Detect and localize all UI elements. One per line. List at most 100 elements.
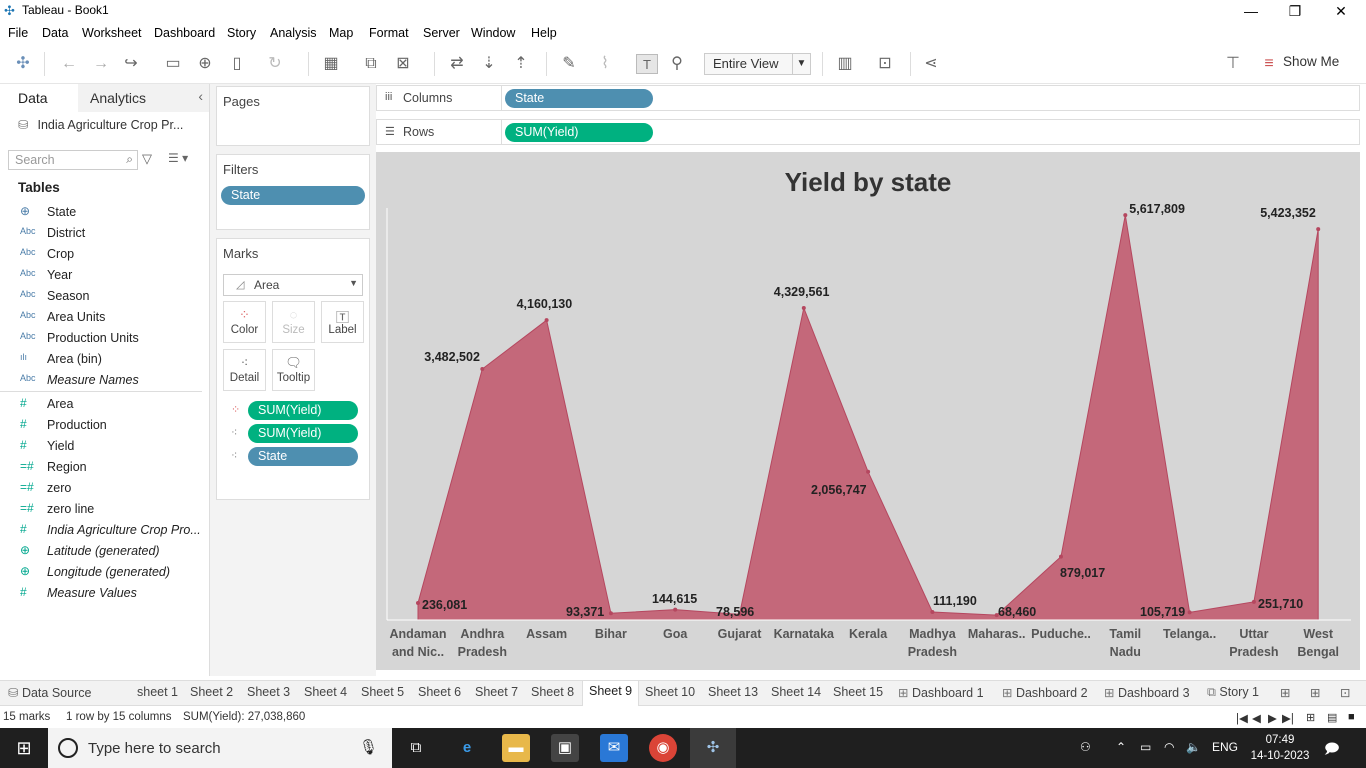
tab-sheet-13[interactable]: Sheet 13 bbox=[708, 685, 758, 699]
columns-shelf[interactable]: iii Columns State bbox=[376, 85, 1360, 111]
label-button[interactable]: 🅃 Label bbox=[321, 301, 364, 343]
tray-chevron-icon[interactable]: ⌃ bbox=[1116, 740, 1126, 754]
rows-pill-yield[interactable]: SUM(Yield) bbox=[505, 123, 653, 142]
field-zero-line[interactable]: =# zero line bbox=[0, 499, 208, 520]
people-icon[interactable]: ⚇ bbox=[1080, 740, 1091, 754]
group-members-icon[interactable]: ⌇ bbox=[594, 54, 616, 74]
menu-window[interactable]: Window bbox=[471, 26, 515, 40]
filter-pill-state[interactable]: State bbox=[221, 186, 365, 205]
field-season[interactable]: Abc Season bbox=[0, 286, 208, 307]
new-dashboard-tab-icon[interactable]: ⊞ bbox=[1310, 685, 1320, 700]
presentation-mode-icon[interactable]: ⊡ bbox=[874, 54, 896, 74]
windows-start-icon[interactable]: ⊞ bbox=[0, 728, 48, 768]
color-button[interactable]: ⁘ Color bbox=[223, 301, 266, 343]
edge-icon[interactable]: e bbox=[453, 734, 481, 762]
filters-card[interactable]: Filters State bbox=[216, 154, 370, 230]
volume-icon[interactable]: 🔈 bbox=[1186, 740, 1201, 754]
mark-type-dropdown[interactable]: ◿ Area ▼ bbox=[223, 274, 363, 296]
save-icon[interactable]: ▭ bbox=[162, 54, 184, 74]
battery-icon[interactable]: ▭ bbox=[1140, 740, 1151, 754]
sheet-sorter-icon[interactable]: ⊞ bbox=[1306, 711, 1315, 724]
field-district[interactable]: Abc District bbox=[0, 223, 208, 244]
menu-map[interactable]: Map bbox=[329, 26, 353, 40]
tableau-taskbar-icon[interactable]: ✣ bbox=[690, 728, 736, 768]
field-area-units[interactable]: Abc Area Units bbox=[0, 307, 208, 328]
data-point[interactable] bbox=[1251, 599, 1256, 604]
tab-sheet-9[interactable]: Sheet 9 bbox=[582, 681, 640, 707]
data-point[interactable] bbox=[801, 305, 806, 310]
show-cards-icon[interactable]: ▥ bbox=[834, 54, 856, 74]
tab-sheet-14[interactable]: Sheet 14 bbox=[771, 685, 821, 699]
tab-sheet-7[interactable]: Sheet 7 bbox=[475, 685, 518, 699]
columns-pill-state[interactable]: State bbox=[505, 89, 653, 108]
notifications-icon[interactable]: 🗩 bbox=[1324, 738, 1340, 762]
tab-sheet-8[interactable]: Sheet 8 bbox=[531, 685, 574, 699]
area-chart[interactable]: Yield by state 236,081 3,482,502 4,160,130… bbox=[376, 152, 1360, 670]
view-options-icon[interactable]: ☰ ▾ bbox=[168, 151, 188, 165]
task-view-icon[interactable]: ⧉ bbox=[402, 734, 430, 762]
tab-sheet-3[interactable]: Sheet 3 bbox=[247, 685, 290, 699]
menu-help[interactable]: Help bbox=[531, 26, 557, 40]
share-icon[interactable]: ⋖ bbox=[920, 54, 942, 74]
field-measure-values[interactable]: # Measure Values bbox=[0, 583, 208, 604]
restore-button[interactable]: ❐ bbox=[1272, 0, 1318, 22]
field-crop[interactable]: Abc Crop bbox=[0, 244, 208, 265]
taskbar-search-input[interactable]: Type here to search 🎙 bbox=[48, 728, 392, 768]
field-year[interactable]: Abc Year bbox=[0, 265, 208, 286]
clear-sheet-icon[interactable]: ⊠ bbox=[392, 54, 414, 74]
tab-sheet-1[interactable]: sheet 1 bbox=[137, 685, 178, 699]
search-input[interactable]: Search ⌕ bbox=[8, 150, 138, 170]
first-sheet-icon[interactable]: |◀ bbox=[1236, 711, 1248, 725]
show-mark-labels-icon[interactable]: T bbox=[636, 54, 658, 74]
tab-dashboard-1[interactable]: ⊞ Dashboard 1 bbox=[898, 685, 984, 700]
menu-dashboard[interactable]: Dashboard bbox=[154, 26, 215, 40]
tableau-home-icon[interactable]: ✣ bbox=[12, 54, 34, 74]
data-point[interactable] bbox=[866, 469, 871, 474]
field-india-agriculture-crop-pro[interactable]: # India Agriculture Crop Pro... bbox=[0, 520, 208, 541]
fit-dropdown[interactable]: Entire View ▼ bbox=[704, 53, 811, 75]
data-point[interactable] bbox=[930, 609, 935, 614]
tab-sheet-4[interactable]: Sheet 4 bbox=[304, 685, 347, 699]
new-worksheet-icon[interactable]: ▦ bbox=[320, 54, 342, 74]
menu-file[interactable]: File bbox=[8, 26, 28, 40]
language-indicator[interactable]: ENG bbox=[1212, 740, 1238, 754]
menu-worksheet[interactable]: Worksheet bbox=[82, 26, 142, 40]
mark-pill-detail-state[interactable]: State bbox=[248, 447, 358, 466]
pages-card[interactable]: Pages bbox=[216, 86, 370, 146]
rows-shelf[interactable]: ☰ Rows SUM(Yield) bbox=[376, 119, 1360, 145]
tab-sheet-2[interactable]: Sheet 2 bbox=[190, 685, 233, 699]
field-state[interactable]: ⊕ State bbox=[0, 202, 208, 223]
minimize-button[interactable]: — bbox=[1228, 0, 1274, 22]
clock[interactable]: 07:49 14-10-2023 bbox=[1250, 732, 1310, 764]
tab-sheet-5[interactable]: Sheet 5 bbox=[361, 685, 404, 699]
detail-button[interactable]: ⁖ Detail bbox=[223, 349, 266, 391]
sort-ascending-icon[interactable]: ⇣ bbox=[478, 54, 500, 74]
close-button[interactable]: ✕ bbox=[1318, 0, 1364, 22]
replay-icon[interactable]: ↪ bbox=[120, 54, 142, 74]
format-painter-icon[interactable]: ⊤ bbox=[1222, 54, 1244, 74]
data-point[interactable] bbox=[544, 318, 549, 323]
tab-story-1[interactable]: ⧉ Story 1 bbox=[1207, 685, 1259, 700]
file-explorer-icon[interactable]: ▬ bbox=[502, 734, 530, 762]
field-production-units[interactable]: Abc Production Units bbox=[0, 328, 208, 349]
chrome-icon[interactable]: ◉ bbox=[649, 734, 677, 762]
highlight-icon[interactable]: ✎ bbox=[558, 54, 580, 74]
area-series[interactable] bbox=[417, 215, 1319, 621]
tab-dashboard-3[interactable]: ⊞ Dashboard 3 bbox=[1104, 685, 1190, 700]
data-point[interactable] bbox=[673, 607, 678, 612]
field-latitude-generated[interactable]: ⊕ Latitude (generated) bbox=[0, 541, 208, 562]
next-sheet-icon[interactable]: ▶ bbox=[1268, 711, 1277, 725]
menu-server[interactable]: Server bbox=[423, 26, 460, 40]
tabs-icon[interactable]: ■ bbox=[1348, 711, 1355, 723]
size-button[interactable]: ◌ Size bbox=[272, 301, 315, 343]
menu-data[interactable]: Data bbox=[42, 26, 68, 40]
viz-area[interactable]: Yield by state 236,081 3,482,502 4,160,130… bbox=[376, 152, 1360, 670]
field-yield[interactable]: # Yield bbox=[0, 436, 208, 457]
last-sheet-icon[interactable]: ▶| bbox=[1282, 711, 1294, 725]
field-measure-names[interactable]: Abc Measure Names bbox=[0, 370, 208, 391]
data-point[interactable] bbox=[608, 611, 613, 616]
redo-icon[interactable]: → bbox=[90, 54, 112, 74]
mark-pill-color-yield[interactable]: SUM(Yield) bbox=[248, 401, 358, 420]
swap-rows-columns-icon[interactable]: ⇄ bbox=[446, 54, 468, 74]
data-point[interactable] bbox=[480, 367, 485, 372]
